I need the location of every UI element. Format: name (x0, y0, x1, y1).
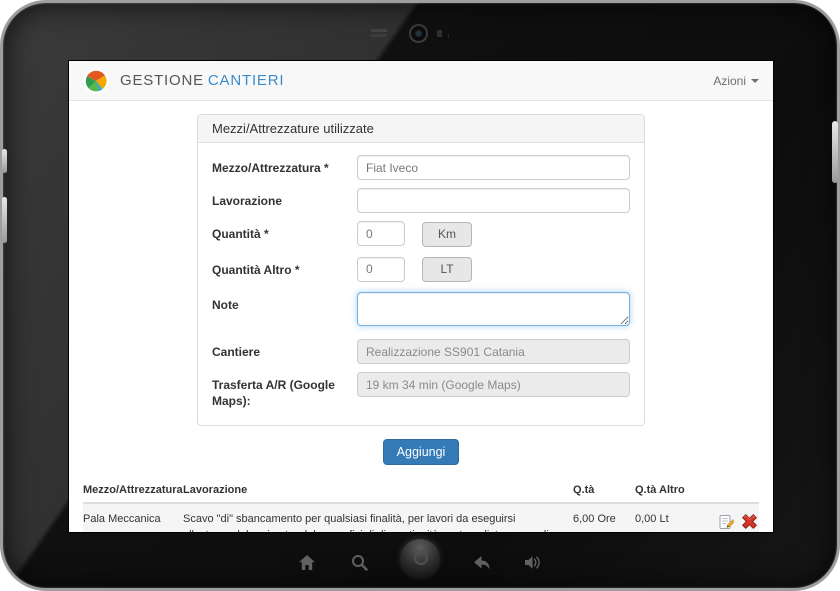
form-row-quantita: Quantità * Km (212, 221, 630, 247)
form-row-note: Note (212, 292, 630, 331)
panel-body: Mezzo/Attrezzatura * Lavorazione Quantit… (198, 143, 644, 425)
actions-dropdown-label: Azioni (713, 74, 746, 88)
quantita-altro-unit-button[interactable]: LT (422, 257, 472, 282)
volume-up-button[interactable] (2, 149, 7, 173)
search-nav-button[interactable] (348, 552, 370, 572)
col-header-mezzo: Mezzo/Attrezzatura (83, 476, 183, 503)
delete-x-icon (740, 512, 759, 531)
back-arrow-icon (471, 553, 491, 572)
cell-lavorazione: Scavo "di" sbancamento per qualsiasi fin… (183, 503, 573, 532)
actions-dropdown[interactable]: Azioni (713, 74, 759, 88)
note-textarea[interactable] (357, 292, 630, 326)
quantita-altro-input[interactable] (357, 257, 405, 282)
col-header-qta-altro: Q.tà Altro (635, 476, 713, 503)
bezel-print-right (437, 30, 442, 37)
col-header-qta: Q.tà (573, 476, 635, 503)
cell-actions (713, 503, 759, 532)
form-row-mezzo: Mezzo/Attrezzatura * (212, 155, 630, 180)
gestione-cantieri-logo-icon (83, 68, 109, 94)
form-row-cantiere: Cantiere (212, 339, 630, 364)
table-header-row: Mezzo/Attrezzatura Lavorazione Q.tà Q.tà… (83, 476, 759, 503)
quantita-input[interactable] (357, 221, 405, 246)
caret-down-icon (751, 79, 759, 83)
aggiungi-button[interactable]: Aggiungi (383, 439, 460, 465)
mezzi-attrezzature-panel: Mezzi/Attrezzature utilizzate Mezzo/Attr… (197, 114, 645, 426)
panel-title: Mezzi/Attrezzature utilizzate (198, 115, 644, 143)
form-row-trasferta: Trasferta A/R (Google Maps): (212, 372, 630, 409)
cantiere-label: Cantiere (212, 339, 357, 360)
center-power-button[interactable] (400, 539, 440, 579)
volume-down-button[interactable] (2, 197, 7, 243)
quantita-unit-button[interactable]: Km (422, 222, 472, 247)
power-side-button[interactable] (832, 121, 838, 183)
app-screen: GESTIONECANTIERI Azioni Mezzi/Attrezzatu… (69, 61, 773, 532)
quantita-label: Quantità * (212, 221, 357, 242)
col-header-actions (713, 476, 759, 503)
tablet-frame: GESTIONECANTIERI Azioni Mezzi/Attrezzatu… (0, 0, 840, 591)
speaker-icon (523, 553, 543, 572)
cell-qta-altro: 0,00 Lt (635, 503, 713, 532)
form-row-quantita-altro: Quantità Altro * LT (212, 257, 630, 283)
app-header: GESTIONECANTIERI Azioni (69, 61, 773, 101)
submit-area: Aggiungi (69, 439, 773, 465)
back-nav-button[interactable] (470, 552, 492, 572)
form-row-lavorazione: Lavorazione (212, 188, 630, 213)
brand-first-word: GESTIONE (120, 72, 204, 89)
cell-mezzo: Pala Meccanica (83, 503, 183, 532)
trasferta-input (357, 372, 630, 397)
search-icon (350, 553, 369, 572)
note-label: Note (212, 292, 357, 313)
trasferta-label: Trasferta A/R (Google Maps): (212, 372, 357, 409)
mezzo-input[interactable] (357, 155, 630, 180)
bezel-print-left (371, 29, 387, 32)
brand-title: GESTIONECANTIERI (120, 72, 284, 89)
quantita-altro-label: Quantità Altro * (212, 257, 357, 278)
lavorazione-label: Lavorazione (212, 188, 357, 209)
volume-nav-button[interactable] (522, 552, 544, 572)
brand-second-word: CANTIERI (208, 72, 284, 89)
edit-row-button[interactable] (718, 514, 734, 532)
mezzi-table: Mezzo/Attrezzatura Lavorazione Q.tà Q.tà… (83, 476, 759, 532)
col-header-lavorazione: Lavorazione (183, 476, 573, 503)
table-row: Pala Meccanica Scavo "di" sbancamento pe… (83, 503, 759, 532)
delete-row-button[interactable] (740, 512, 759, 532)
home-icon (297, 553, 317, 572)
cantiere-input (357, 339, 630, 364)
edit-note-icon (718, 514, 734, 530)
bezel-nav-bar (3, 541, 837, 583)
mezzo-label: Mezzo/Attrezzatura * (212, 155, 357, 176)
lavorazione-input[interactable] (357, 188, 630, 213)
cell-qta: 6,00 Ore (573, 503, 635, 532)
front-camera (409, 24, 428, 43)
screenshot-stage: GESTIONECANTIERI Azioni Mezzi/Attrezzatu… (0, 0, 840, 591)
home-nav-button[interactable] (296, 552, 318, 572)
